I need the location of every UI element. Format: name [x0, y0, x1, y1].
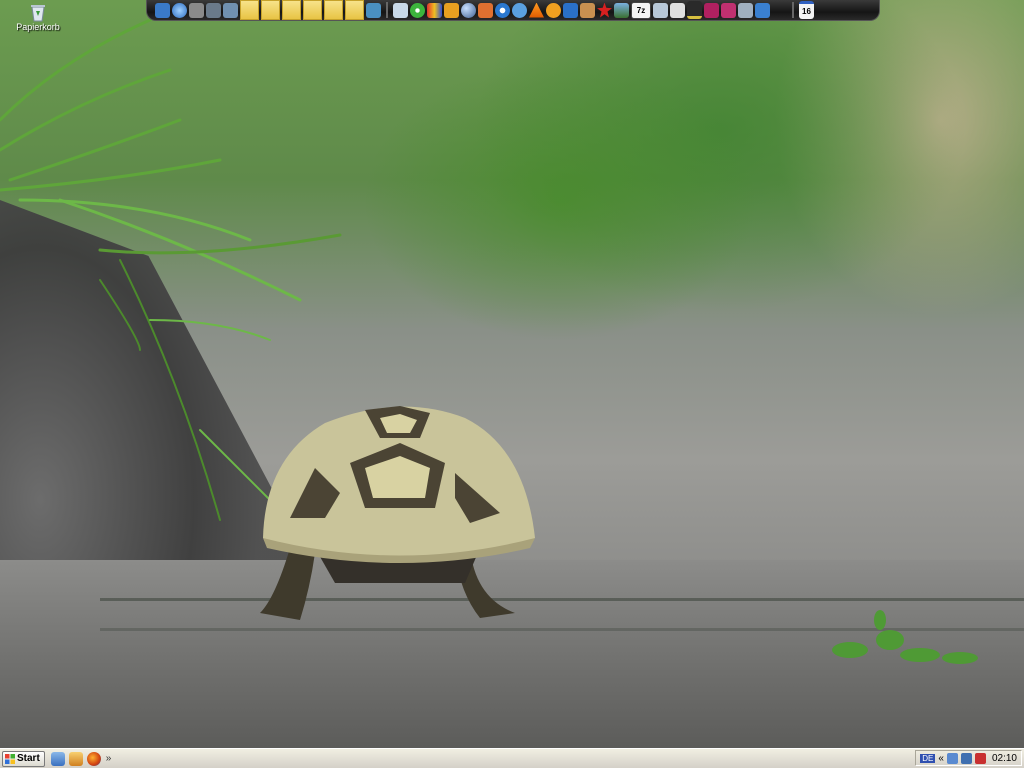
- star-icon[interactable]: [597, 2, 612, 18]
- sphere-icon[interactable]: [461, 2, 476, 18]
- folder-icon[interactable]: [444, 2, 459, 18]
- desktop-icon[interactable]: [50, 751, 65, 766]
- sevenzip-icon[interactable]: 7z: [631, 1, 651, 19]
- recycle-bin-icon: [28, 2, 48, 22]
- desktop-icon-recycle-bin[interactable]: Papierkorb: [10, 2, 66, 32]
- media-icon[interactable]: [155, 2, 170, 18]
- monitor-icon[interactable]: [653, 2, 668, 18]
- system-tray: DE « 02:10: [915, 750, 1022, 766]
- dock-separator: [386, 2, 388, 18]
- explorer-icon[interactable]: [68, 751, 83, 766]
- image-icon[interactable]: [614, 2, 629, 18]
- tray-expand[interactable]: «: [938, 753, 944, 764]
- network-tray-icon[interactable]: [946, 752, 958, 764]
- chat-icon[interactable]: [427, 2, 442, 18]
- tool-icon[interactable]: [189, 2, 204, 18]
- desktop-icon-label: Papierkorb: [16, 22, 60, 32]
- language-indicator[interactable]: DE: [920, 753, 936, 763]
- globe-icon[interactable]: [172, 2, 187, 18]
- object-dock: 7z 16: [146, 0, 880, 21]
- firefox-icon[interactable]: [86, 751, 101, 766]
- rar2-icon[interactable]: [721, 2, 736, 18]
- paint-icon[interactable]: [580, 2, 595, 18]
- dock-slot[interactable]: [261, 0, 280, 20]
- start-label: Start: [17, 753, 40, 764]
- wallpaper-weed: [832, 610, 978, 664]
- taskbar: Start » DE « 02:10: [0, 748, 1024, 768]
- dock-slot[interactable]: [282, 0, 301, 20]
- volume-tray-icon[interactable]: [960, 752, 972, 764]
- wand-icon[interactable]: [478, 2, 493, 18]
- refresh-icon[interactable]: [512, 2, 527, 18]
- box-icon[interactable]: [738, 2, 753, 18]
- clock[interactable]: 02:10: [992, 753, 1017, 764]
- security-tray-icon[interactable]: [974, 752, 986, 764]
- wallpaper-tortoise: [260, 406, 535, 620]
- dock-slot[interactable]: [324, 0, 343, 20]
- dock-slot[interactable]: [303, 0, 322, 20]
- disk-icon[interactable]: [206, 2, 221, 18]
- calendar-icon[interactable]: [670, 2, 685, 18]
- quicklaunch-overflow[interactable]: »: [106, 753, 112, 764]
- flag-icon[interactable]: [755, 2, 770, 18]
- rar-icon[interactable]: [704, 2, 719, 18]
- windows-logo-icon: [5, 753, 15, 764]
- network-icon[interactable]: [366, 2, 381, 18]
- start-button[interactable]: Start: [2, 750, 45, 767]
- dock-slot[interactable]: [240, 0, 259, 20]
- archive-icon[interactable]: [223, 2, 238, 18]
- dock-slot[interactable]: [345, 0, 364, 20]
- avatar-icon[interactable]: [546, 2, 561, 18]
- desktop-wallpaper: [0, 0, 1024, 768]
- vlc-icon[interactable]: [529, 2, 544, 18]
- media-player-icon[interactable]: [495, 2, 510, 18]
- notepad-icon[interactable]: [393, 2, 408, 18]
- flower-icon[interactable]: [410, 2, 425, 18]
- calendar-day-icon[interactable]: 16: [799, 1, 814, 19]
- folder-blue-icon[interactable]: [563, 2, 578, 18]
- dock-separator: [792, 2, 794, 18]
- hat-icon[interactable]: [687, 1, 702, 19]
